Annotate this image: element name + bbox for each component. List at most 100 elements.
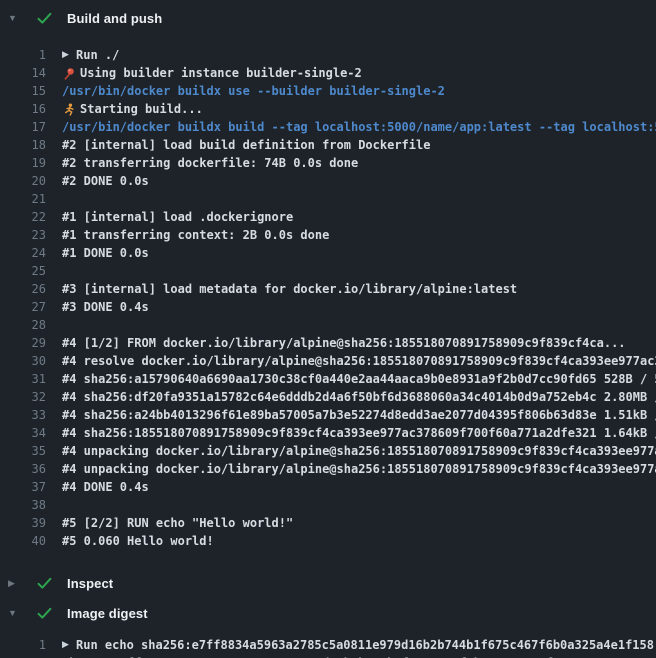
line-number[interactable]: 4 (0, 654, 46, 658)
chevron-right-icon: ▶ (8, 579, 20, 588)
section-header-inspect[interactable]: ▶Inspect (0, 568, 656, 598)
log-line-content: #4 sha256:df20fa9351a15782c64e6dddb2d4a6… (62, 388, 656, 406)
log-text: #4 sha256:df20fa9351a15782c64e6dddb2d4a6… (62, 388, 656, 406)
section-log-body: 1 ▶Run ./ 14 Using builder instance builder… (0, 36, 656, 558)
section-header-build-and-push[interactable]: ▼Build and push (0, 0, 656, 36)
log-line: 21 (0, 190, 656, 208)
chevron-down-icon: ▼ (8, 609, 20, 618)
log-line: 31 #4 sha256:a15790640a6690aa1730c38cf0a4… (0, 370, 656, 388)
log-line-content: sha256:e7ff8834a5963a2785c5a0811e979d16b… (62, 654, 656, 658)
line-number[interactable]: 35 (0, 442, 46, 460)
log-text: #4 DONE 0.4s (62, 478, 149, 496)
workflow-log-viewer: ▼Build and push1▶Run ./14Using builder i… (0, 0, 656, 658)
log-sections: ▼Build and push1▶Run ./14Using builder i… (0, 0, 656, 658)
log-text: sha256:e7ff8834a5963a2785c5a0811e979d16b… (62, 654, 575, 658)
pushpin-icon (62, 67, 76, 80)
log-line: 19 #2 transferring dockerfile: 74B 0.0s d… (0, 154, 656, 172)
line-number[interactable]: 33 (0, 406, 46, 424)
line-number[interactable]: 20 (0, 172, 46, 190)
log-command-text: /usr/bin/docker buildx use --builder bui… (62, 82, 445, 100)
log-text: Starting build... (80, 100, 203, 118)
log-text: #4 sha256:185518070891758909c9f839cf4ca3… (62, 424, 656, 442)
line-number[interactable]: 21 (0, 190, 46, 208)
log-text: #4 resolve docker.io/library/alpine@sha2… (62, 352, 656, 370)
check-icon (37, 12, 52, 25)
log-text: #3 DONE 0.4s (62, 298, 149, 316)
line-number[interactable]: 15 (0, 82, 46, 100)
line-number[interactable]: 18 (0, 136, 46, 154)
line-number[interactable]: 31 (0, 370, 46, 388)
log-line: 14 Using builder instance builder-single-… (0, 64, 656, 82)
log-line: 22 #1 [internal] load .dockerignore (0, 208, 656, 226)
log-line: 15/usr/bin/docker buildx use --builder b… (0, 82, 656, 100)
log-text: #1 [internal] load .dockerignore (62, 208, 293, 226)
log-line-content: #1 DONE 0.0s (62, 244, 656, 262)
log-line: 34 #4 sha256:185518070891758909c9f839cf4c… (0, 424, 656, 442)
line-number[interactable]: 24 (0, 244, 46, 262)
line-number[interactable]: 22 (0, 208, 46, 226)
log-line-content: ▶Run ./ (62, 46, 656, 64)
log-text: #1 transferring context: 2B 0.0s done (62, 226, 329, 244)
expand-log-group-icon[interactable]: ▶ (62, 46, 76, 64)
log-line-content: #4 unpacking docker.io/library/alpine@sh… (62, 442, 656, 460)
line-number[interactable]: 27 (0, 298, 46, 316)
log-line: 24 #1 DONE 0.0s (0, 244, 656, 262)
line-number[interactable]: 36 (0, 460, 46, 478)
log-line-content: #3 [internal] load metadata for docker.i… (62, 280, 656, 298)
log-line: 23 #1 transferring context: 2B 0.0s done (0, 226, 656, 244)
section-title: Build and push (67, 11, 162, 26)
log-line-content: #4 DONE 0.4s (62, 478, 656, 496)
line-number[interactable]: 34 (0, 424, 46, 442)
log-text: Run ./ (76, 46, 119, 64)
log-text: #4 sha256:a15790640a6690aa1730c38cf0a440… (62, 370, 656, 388)
log-text: Run echo sha256:e7ff8834a5963a2785c5a081… (76, 636, 654, 654)
log-line-content (62, 316, 656, 334)
log-line-content: #2 [internal] load build definition from… (62, 136, 656, 154)
log-line-content: #4 unpacking docker.io/library/alpine@sh… (62, 460, 656, 478)
log-text: #2 DONE 0.0s (62, 172, 149, 190)
check-icon (37, 607, 52, 620)
log-line-content: Using builder instance builder-single-2 (62, 64, 656, 82)
line-number[interactable]: 25 (0, 262, 46, 280)
line-number[interactable]: 38 (0, 496, 46, 514)
line-number[interactable]: 29 (0, 334, 46, 352)
log-section-inspect: ▶Inspect (0, 568, 656, 598)
log-text: #1 DONE 0.0s (62, 244, 149, 262)
log-text: #5 0.060 Hello world! (62, 532, 214, 550)
line-number[interactable]: 1 (0, 46, 46, 64)
line-number[interactable]: 32 (0, 388, 46, 406)
log-line: 17/usr/bin/docker buildx build --tag loc… (0, 118, 656, 136)
line-number[interactable]: 39 (0, 514, 46, 532)
log-line-content (62, 190, 656, 208)
line-number[interactable]: 16 (0, 100, 46, 118)
line-number[interactable]: 40 (0, 532, 46, 550)
line-number[interactable]: 30 (0, 352, 46, 370)
line-number[interactable]: 14 (0, 64, 46, 82)
line-number[interactable]: 19 (0, 154, 46, 172)
log-line-content: #1 transferring context: 2B 0.0s done (62, 226, 656, 244)
log-line-content: #4 [1/2] FROM docker.io/library/alpine@s… (62, 334, 656, 352)
log-line: 1 ▶Run echo sha256:e7ff8834a5963a2785c5a0… (0, 636, 656, 654)
check-icon (37, 577, 52, 590)
log-line-content: ▶Run echo sha256:e7ff8834a5963a2785c5a08… (62, 636, 656, 654)
expand-log-group-icon[interactable]: ▶ (62, 636, 76, 654)
log-line-content: #2 DONE 0.0s (62, 172, 656, 190)
log-line-content: /usr/bin/docker buildx build --tag local… (62, 118, 656, 136)
line-number[interactable]: 28 (0, 316, 46, 334)
log-line: 35 #4 unpacking docker.io/library/alpine@… (0, 442, 656, 460)
log-line: 25 (0, 262, 656, 280)
log-text: #4 [1/2] FROM docker.io/library/alpine@s… (62, 334, 626, 352)
log-line: 20 #2 DONE 0.0s (0, 172, 656, 190)
line-number[interactable]: 23 (0, 226, 46, 244)
line-number[interactable]: 1 (0, 636, 46, 654)
log-text: #4 unpacking docker.io/library/alpine@sh… (62, 442, 656, 460)
line-number[interactable]: 26 (0, 280, 46, 298)
log-line: 37 #4 DONE 0.4s (0, 478, 656, 496)
section-log-body: 1 ▶Run echo sha256:e7ff8834a5963a2785c5a0… (0, 628, 656, 658)
log-command-text: /usr/bin/docker buildx build --tag local… (62, 118, 656, 136)
section-header-image-digest[interactable]: ▼Image digest (0, 598, 656, 628)
log-text: #2 transferring dockerfile: 74B 0.0s don… (62, 154, 358, 172)
line-number[interactable]: 17 (0, 118, 46, 136)
log-line-content: /usr/bin/docker buildx use --builder bui… (62, 82, 656, 100)
line-number[interactable]: 37 (0, 478, 46, 496)
